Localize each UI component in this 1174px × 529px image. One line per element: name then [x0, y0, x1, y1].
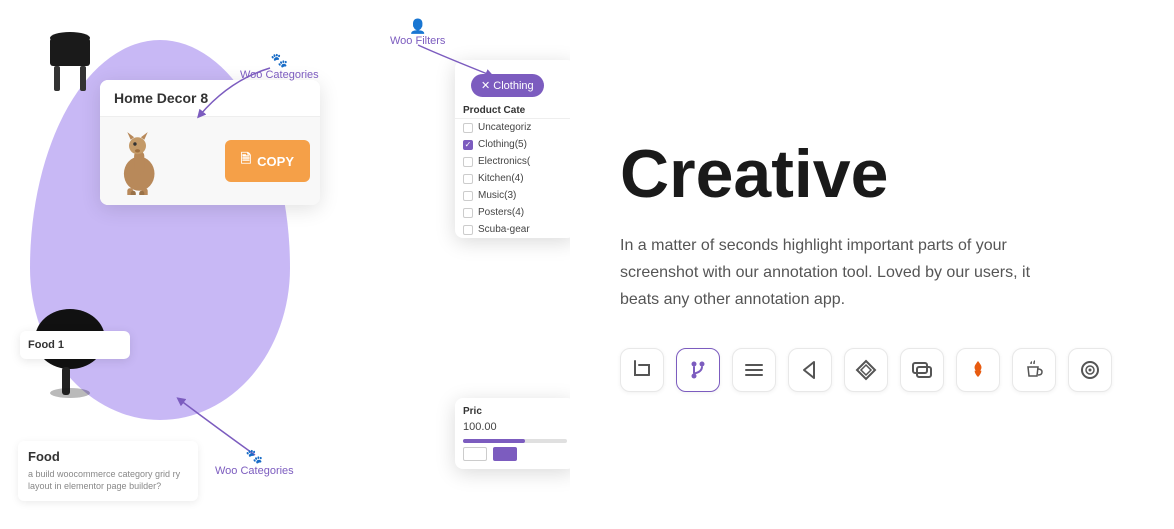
chair-top-image [40, 20, 100, 100]
clothing-tag[interactable]: ✕ Clothing [471, 74, 544, 97]
right-panel: Creative In a matter of seconds highligh… [570, 97, 1174, 432]
paw-icon-top: 🐾 [271, 52, 288, 69]
filter-item-electronics[interactable]: Electronics( [455, 153, 570, 170]
card-home-content: 🗎 COPY [100, 117, 320, 205]
food-text-title: Food [28, 449, 188, 464]
paw-icon-bottom: 🐾 [246, 448, 263, 465]
woo-filters-label: 👤 Woo Filters [390, 18, 445, 47]
checkbox-posters[interactable] [463, 208, 473, 218]
filter-item-kitchen[interactable]: Kitchen(4) [455, 170, 570, 187]
checkbox-uncategorized[interactable] [463, 123, 473, 133]
left-panel: 🐾 Woo Categories 👤 Woo Filters Home Deco… [0, 0, 570, 529]
food-text-desc: a build woocommerce category grid ry lay… [28, 468, 188, 493]
price-panel: Pric 100.00 [455, 398, 570, 469]
checkbox-electronics[interactable] [463, 157, 473, 167]
price-input-max[interactable] [493, 447, 517, 461]
price-range-fill [463, 439, 525, 443]
filter-panel: ✕ Clothing Product Cate Uncategoriz ✓ Cl… [455, 60, 570, 238]
fire-tool-icon[interactable] [956, 348, 1000, 392]
checkbox-music[interactable] [463, 191, 473, 201]
filter-item-scuba[interactable]: Scuba-gear [455, 221, 570, 238]
screen-tool-icon[interactable] [900, 348, 944, 392]
checkbox-scuba[interactable] [463, 225, 473, 235]
card-home-header: Home Decor 8 [100, 80, 320, 117]
layers-tool-icon[interactable] [844, 348, 888, 392]
tools-row [620, 348, 1124, 392]
filter-item-uncategorized[interactable]: Uncategoriz [455, 119, 570, 136]
filter-item-music[interactable]: Music(3) [455, 187, 570, 204]
crop-tool-icon[interactable] [620, 348, 664, 392]
filter-item-posters[interactable]: Posters(4) [455, 204, 570, 221]
headline: Creative [620, 137, 1124, 212]
branch-tool-icon[interactable] [676, 348, 720, 392]
description-text: In a matter of seconds highlight importa… [620, 232, 1060, 314]
spiral-tool-icon[interactable] [1068, 348, 1112, 392]
filter-item-clothing[interactable]: ✓ Clothing(5) [455, 136, 570, 153]
price-range-bar[interactable] [463, 439, 567, 443]
person-icon: 👤 [409, 18, 426, 35]
copy-button[interactable]: 🗎 COPY [225, 140, 310, 182]
woo-categories-bottom-label: 🐾 Woo Categories [215, 448, 294, 477]
llama-icon [110, 127, 165, 195]
price-panel-title: Pric [463, 406, 567, 417]
checkbox-kitchen[interactable] [463, 174, 473, 184]
price-input-min[interactable] [463, 447, 487, 461]
checkbox-clothing[interactable]: ✓ [463, 140, 473, 150]
food-text-card: Food a build woocommerce category grid r… [18, 441, 198, 501]
filter-panel-title: Product Cate [455, 101, 570, 119]
home-decor-card: Home Decor 8 [100, 80, 320, 205]
food-small-label: Food 1 [28, 339, 122, 351]
copy-icon: 🗎 [241, 150, 251, 172]
price-value: 100.00 [463, 421, 567, 433]
woo-categories-top-label: 🐾 Woo Categories [240, 52, 319, 81]
food-small-card: Food 1 [20, 331, 130, 359]
back-tool-icon[interactable] [788, 348, 832, 392]
menu-tool-icon[interactable] [732, 348, 776, 392]
coffee-tool-icon[interactable] [1012, 348, 1056, 392]
